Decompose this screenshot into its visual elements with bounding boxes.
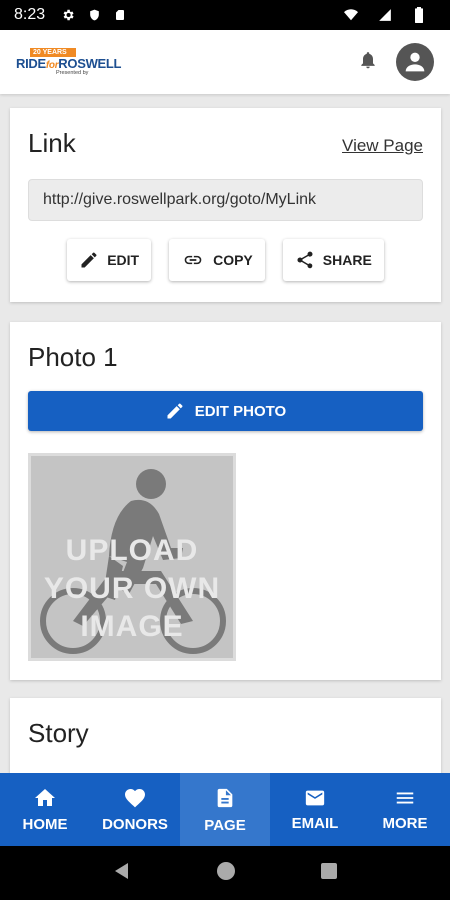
- pencil-icon: [167, 403, 183, 419]
- nav-label-donors: DONORS: [102, 816, 168, 833]
- story-card-title: Story: [28, 718, 89, 748]
- photo-card: Photo 1 EDIT PHOTO UPLOAD YOUR OWN IMAGE: [10, 322, 441, 680]
- page-content[interactable]: Link View Page http://give.roswellpark.o…: [0, 94, 450, 774]
- nav-label-email: EMAIL: [291, 815, 339, 832]
- nav-item-donors[interactable]: DONORS: [90, 773, 180, 846]
- pencil-icon: [81, 252, 97, 268]
- nav-item-page[interactable]: PAGE: [180, 773, 270, 846]
- copy-link-button[interactable]: COPY: [169, 239, 265, 281]
- status-bar: 8:23: [0, 0, 450, 30]
- edit-photo-label: EDIT PHOTO: [194, 402, 287, 420]
- document-icon: [217, 788, 233, 808]
- share-link-button[interactable]: SHARE: [282, 239, 384, 281]
- system-navigation-bar: [0, 846, 450, 900]
- settings-gear-icon: [59, 6, 77, 24]
- nav-label-page: PAGE: [204, 817, 246, 834]
- edit-photo-button[interactable]: EDIT PHOTO: [28, 391, 423, 431]
- home-icon: [35, 789, 55, 806]
- photo-placeholder-image[interactable]: UPLOAD YOUR OWN IMAGE: [28, 453, 236, 661]
- view-page-link[interactable]: View Page: [342, 136, 423, 156]
- edit-link-button[interactable]: EDIT: [67, 239, 152, 281]
- signal-icon: [376, 6, 394, 24]
- wifi-icon: [342, 6, 360, 24]
- page-url-field[interactable]: http://give.roswellpark.org/goto/MyLink: [28, 179, 423, 221]
- nav-item-email[interactable]: EMAIL: [270, 773, 360, 846]
- logo-subtitle: Presented by: [56, 69, 89, 76]
- upload-image-text: UPLOAD YOUR OWN IMAGE: [43, 534, 221, 643]
- share-icon: [297, 251, 313, 269]
- home-circle-icon[interactable]: [216, 861, 236, 886]
- mail-icon: [305, 790, 325, 806]
- notifications-bell-icon[interactable]: [358, 49, 378, 76]
- account-icon: [405, 52, 425, 72]
- back-icon[interactable]: [112, 861, 132, 886]
- link-card: Link View Page http://give.roswellpark.o…: [10, 108, 441, 302]
- heart-icon: [125, 789, 145, 808]
- status-time: 8:23: [14, 6, 46, 23]
- account-avatar[interactable]: [396, 43, 434, 81]
- nav-item-home[interactable]: HOME: [0, 773, 90, 846]
- sim-card-icon: [111, 6, 129, 24]
- battery-icon: [410, 6, 428, 24]
- nav-item-more[interactable]: MORE: [360, 773, 450, 846]
- nav-label-more: MORE: [382, 815, 428, 832]
- photo-card-title: Photo 1: [28, 342, 118, 372]
- shield-icon: [85, 6, 103, 24]
- story-card: Story: [10, 698, 441, 774]
- nav-label-home: HOME: [22, 816, 68, 833]
- app-header: 20 YEARS RIDEforROSWELL Presented by: [0, 30, 450, 94]
- ride-for-roswell-logo[interactable]: 20 YEARS RIDEforROSWELL Presented by: [16, 47, 122, 77]
- logo-title: RIDEforROSWELL: [16, 55, 122, 71]
- link-icon: [184, 255, 202, 265]
- share-button-label: SHARE: [322, 252, 372, 268]
- recents-square-icon[interactable]: [320, 862, 338, 885]
- menu-icon: [396, 792, 414, 804]
- edit-button-label: EDIT: [107, 252, 140, 268]
- bottom-navigation: HOME DONORS PAGE EMAIL MORE: [0, 773, 450, 846]
- copy-button-label: COPY: [213, 252, 253, 268]
